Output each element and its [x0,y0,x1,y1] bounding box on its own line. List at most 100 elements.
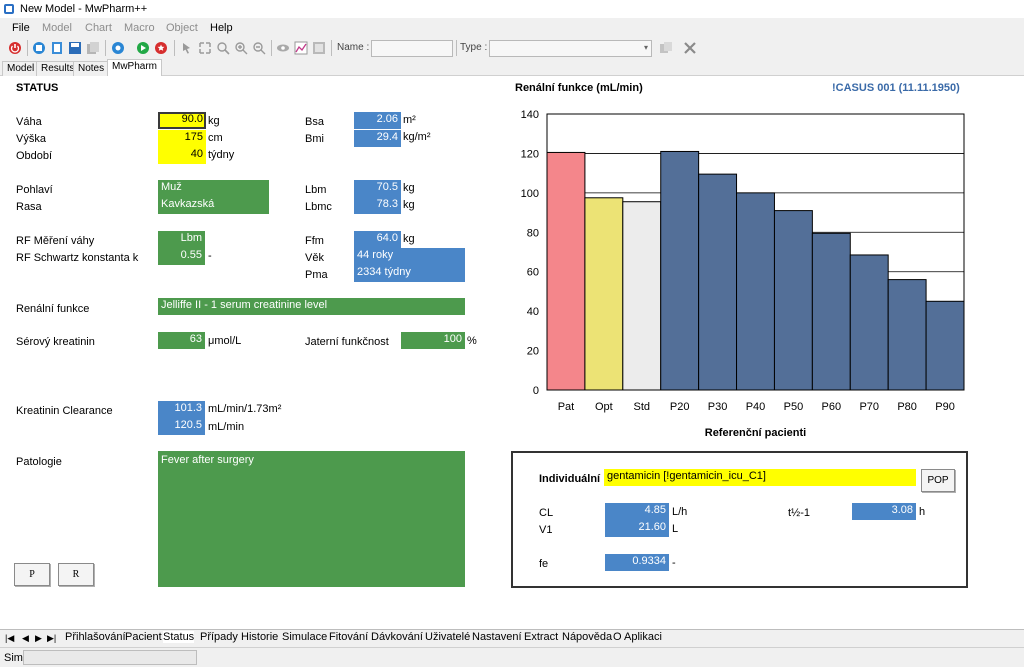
menu-chart[interactable]: Chart [85,22,112,34]
tab-extract[interactable]: Extract [524,631,558,643]
menu-file[interactable]: File [12,22,30,34]
v1-label: V1 [539,524,553,536]
zoom-icon[interactable] [216,41,230,55]
y-tick-label: 80 [527,227,539,239]
ffm-label: Ffm [305,235,324,247]
rasa-select[interactable]: Kavkazská [158,197,269,214]
tab-historie[interactable]: Historie [241,631,278,643]
image-icon[interactable] [312,41,326,55]
tab-napoveda[interactable]: Nápověda [562,631,612,643]
tab-uzivatele[interactable]: Uživatelé [425,631,470,643]
renalni-select[interactable]: Jelliffe II - 1 serum creatinine level [158,298,465,315]
drug-select[interactable]: gentamicin [!gentamicin_icu_C1] [604,469,916,486]
y-tick-label: 60 [527,267,539,279]
new-icon[interactable] [32,41,46,55]
rf-vahy-select[interactable]: Lbm [158,231,205,248]
delete-icon[interactable] [683,41,697,55]
open-icon[interactable] [50,41,64,55]
clearance-label: Kreatinin Clearance [16,405,113,417]
p-button[interactable]: P [14,563,50,586]
tab-prihlasovani[interactable]: Přihlašování [65,631,126,643]
y-tick-label: 40 [527,306,539,318]
pop-button[interactable]: POP [921,469,955,492]
vyska-unit: cm [208,132,223,144]
copy-icon[interactable] [86,41,100,55]
bar-p50 [773,210,813,391]
duplicate-icon[interactable] [659,41,673,55]
tab-o-aplikaci[interactable]: O Aplikaci [613,631,662,643]
patologie-textarea[interactable]: Fever after surgery [158,451,465,587]
bar-p30 [698,173,738,391]
menu-object[interactable]: Object [166,22,198,34]
lbm-value: 70.5 [354,180,401,197]
vyska-input[interactable]: 175 [158,130,206,147]
app-icon [4,4,14,14]
x-tick-label: P50 [784,401,804,413]
fit-icon[interactable] [198,41,212,55]
jaterni-input[interactable]: 100 [401,332,465,349]
kreatinin-input[interactable]: 63 [158,332,205,349]
clearance-unit: mL/min [208,421,245,433]
name-label: Name : [337,42,370,53]
status-header: STATUS [16,82,59,94]
tab-pacient[interactable]: Pacient [125,631,162,643]
tab-nastaveni[interactable]: Nastavení [472,631,522,643]
renalni-label: Renální funkce [16,303,90,315]
status-bar: Sim [0,647,1024,667]
prev-tab-icon[interactable]: ◀ [22,633,29,644]
tab-mwpharm[interactable]: MwPharm [107,59,163,76]
next-tab-icon[interactable]: ▶ [35,633,42,644]
settings-icon[interactable] [111,41,125,55]
x-tick-label: Opt [595,401,613,413]
tab-fitovani[interactable]: Fitování [329,631,368,643]
tab-model[interactable]: Model [2,61,40,76]
last-tab-icon[interactable]: ▶| [47,633,56,644]
top-tabs: Model Results Notes MwPharm [0,59,1024,76]
menu-macro[interactable]: Macro [124,22,155,34]
y-tick-label: 140 [521,109,539,121]
power-icon[interactable] [8,41,22,55]
menu-bar: File Model Chart Macro Object Help [0,18,1024,38]
tab-davkovani[interactable]: Dávkování [371,631,423,643]
rf-schwartz-unit: - [208,250,212,262]
vaha-input[interactable]: 90.0 [158,112,206,129]
name-input[interactable] [371,40,453,57]
x-axis-label: Referenční pacienti [705,427,806,439]
obdobi-label: Období [16,150,53,162]
menu-help[interactable]: Help [210,22,233,34]
obdobi-input[interactable]: 40 [158,147,206,164]
bsa-value: 2.06 [354,112,401,129]
run-icon[interactable] [136,41,150,55]
tab-simulace[interactable]: Simulace [282,631,327,643]
rf-schwartz-input[interactable]: 0.55 [158,248,205,265]
view-icon[interactable] [276,41,290,55]
bar-opt [584,197,624,391]
tab-status[interactable]: Status [163,631,195,643]
bmi-unit: kg/m² [403,131,431,143]
fe-unit: - [672,557,676,569]
thalf-value: 3.08 [852,503,916,520]
save-icon[interactable] [68,41,82,55]
toolbar-separator [27,40,28,56]
r-button[interactable]: R [58,563,94,586]
first-tab-icon[interactable]: |◀ [5,633,14,644]
tab-notes[interactable]: Notes [73,61,110,76]
cl-value: 4.85 [605,503,669,520]
zoom-out-icon[interactable] [252,41,266,55]
lbm-label: Lbm [305,184,327,196]
chart-icon[interactable] [294,41,308,55]
menu-model[interactable]: Model [42,22,72,34]
x-tick-label: P90 [935,401,955,413]
toolbar-separator [174,40,175,56]
clearance-value-normalized: 101.3 [158,401,205,418]
type-select[interactable]: ▾ [489,40,652,57]
x-tick-label: P30 [708,401,728,413]
pohlavi-select[interactable]: Muž [158,180,269,197]
casus-label: !CASUS 001 (11.11.1950) [832,82,960,94]
stop-icon[interactable] [154,41,168,55]
select-icon[interactable] [180,41,194,55]
v1-value: 21.60 [605,520,669,537]
tab-pripady[interactable]: Případy [200,631,238,643]
bar-std [622,201,662,391]
zoom-in-icon[interactable] [234,41,248,55]
